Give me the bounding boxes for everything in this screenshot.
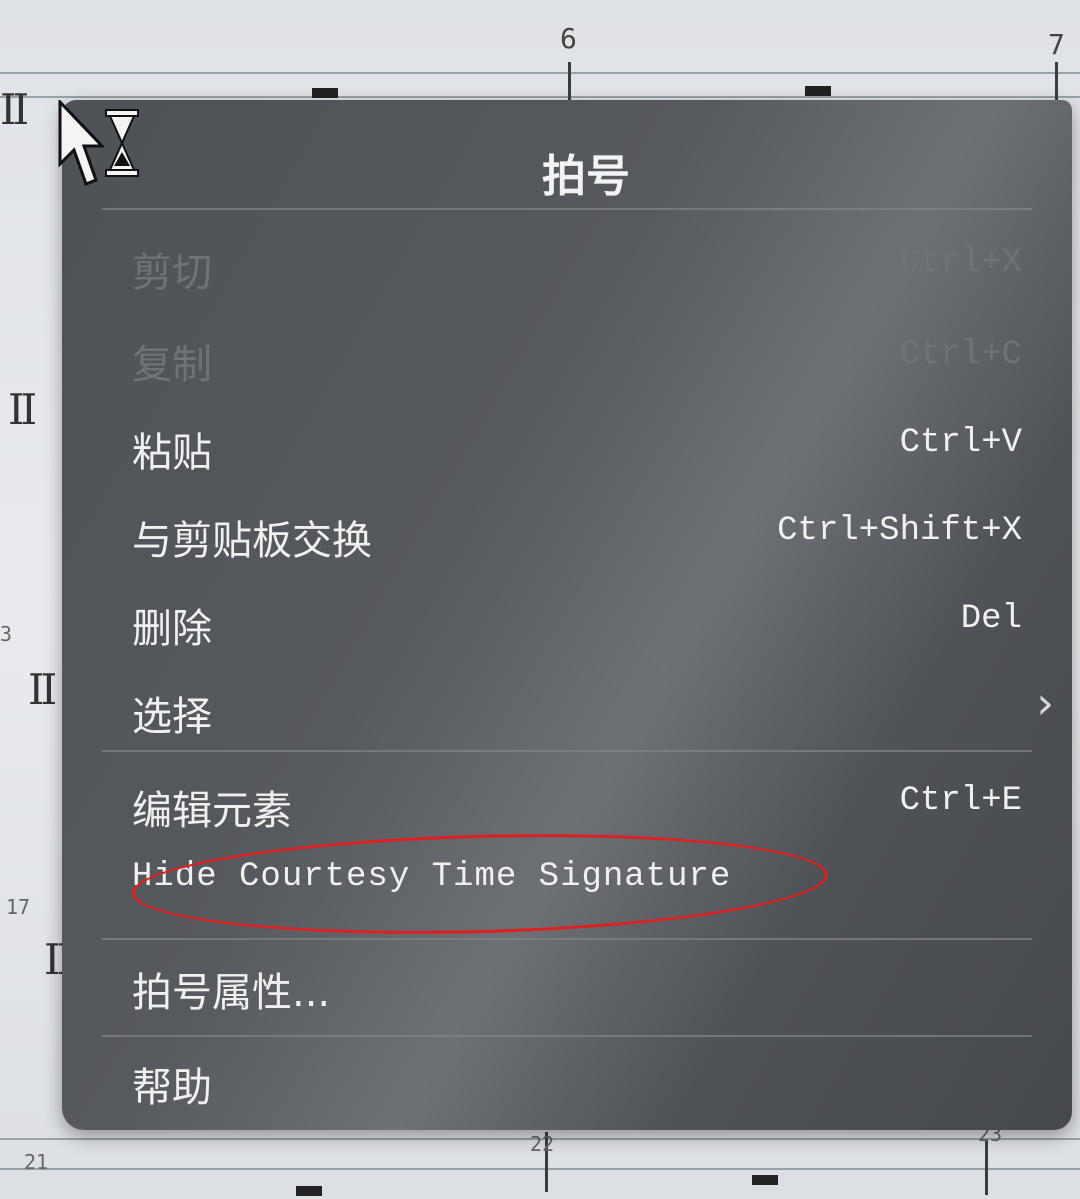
shortcut-label: Del [960,600,1022,638]
menu-item-label: 编辑元素 [132,788,292,834]
repeat-barline: II [28,665,57,714]
barline [1055,62,1058,102]
menu-item-time-signature-properties[interactable]: 拍号属性... [122,950,1032,1020]
menu-separator [102,208,1032,210]
measure-number: 17 [6,895,31,919]
staff-line [0,72,1080,74]
menu-item-label: 选择 [132,694,212,740]
shortcut-label: Ctrl+E [899,782,1022,820]
menu-item-label: 拍号属性... [132,970,331,1016]
shortcut-label: Ctrl+V [899,424,1022,462]
menu-item-swap-clipboard[interactable]: 与剪贴板交换 Ctrl+Shift+X [122,498,1032,568]
hourglass-icon [105,109,139,177]
repeat-barline: II [8,385,37,434]
menu-item-label: 粘贴 [132,430,212,476]
menu-separator [102,1035,1032,1037]
menu-separator [102,750,1032,752]
context-menu: 拍号 剪切 Ctrl+X 复制 Ctrl+C 粘贴 Ctrl+V 与剪贴板交换 … [62,100,1072,1130]
repeat-barline: II [0,85,29,134]
menu-item-copy[interactable]: 复制 Ctrl+C [122,322,1032,392]
measure-number: 22 [530,1132,555,1156]
whole-rest[interactable] [752,1175,778,1185]
whole-rest[interactable] [312,88,338,98]
shortcut-label: Ctrl+Shift+X [777,512,1022,550]
menu-item-delete[interactable]: 删除 Del [122,586,1032,656]
menu-separator [102,938,1032,940]
menu-item-select[interactable]: 选择 › [122,674,1054,744]
red-annotation-circle [130,825,830,943]
shortcut-label: Ctrl+X [899,244,1022,282]
menu-item-paste[interactable]: 粘贴 Ctrl+V [122,410,1032,480]
barline [985,1140,988,1195]
measure-number: 7 [1048,28,1065,61]
barline [568,62,571,102]
menu-item-cut[interactable]: 剪切 Ctrl+X [122,230,1032,300]
arrow-pointer-icon [58,100,104,186]
menu-item-label: 帮助 [132,1065,212,1111]
whole-rest[interactable] [805,86,831,96]
menu-item-label: 剪切 [132,250,212,296]
chevron-right-icon: › [1036,678,1054,729]
staff-line [0,1168,1080,1170]
shortcut-label: Ctrl+C [899,336,1022,374]
menu-item-help[interactable]: 帮助 [122,1045,1032,1115]
staff-line [0,96,1080,98]
menu-title: 拍号 [542,151,630,202]
menu-item-edit-element[interactable]: 编辑元素 Ctrl+E [122,768,1032,838]
menu-item-label: 复制 [132,342,212,388]
measure-number: 3 [0,622,13,646]
menu-item-label: 删除 [132,606,212,652]
menu-item-label: 与剪贴板交换 [132,518,372,564]
measure-number: 6 [560,22,577,55]
measure-number: 21 [24,1150,49,1174]
whole-rest[interactable] [296,1186,322,1196]
